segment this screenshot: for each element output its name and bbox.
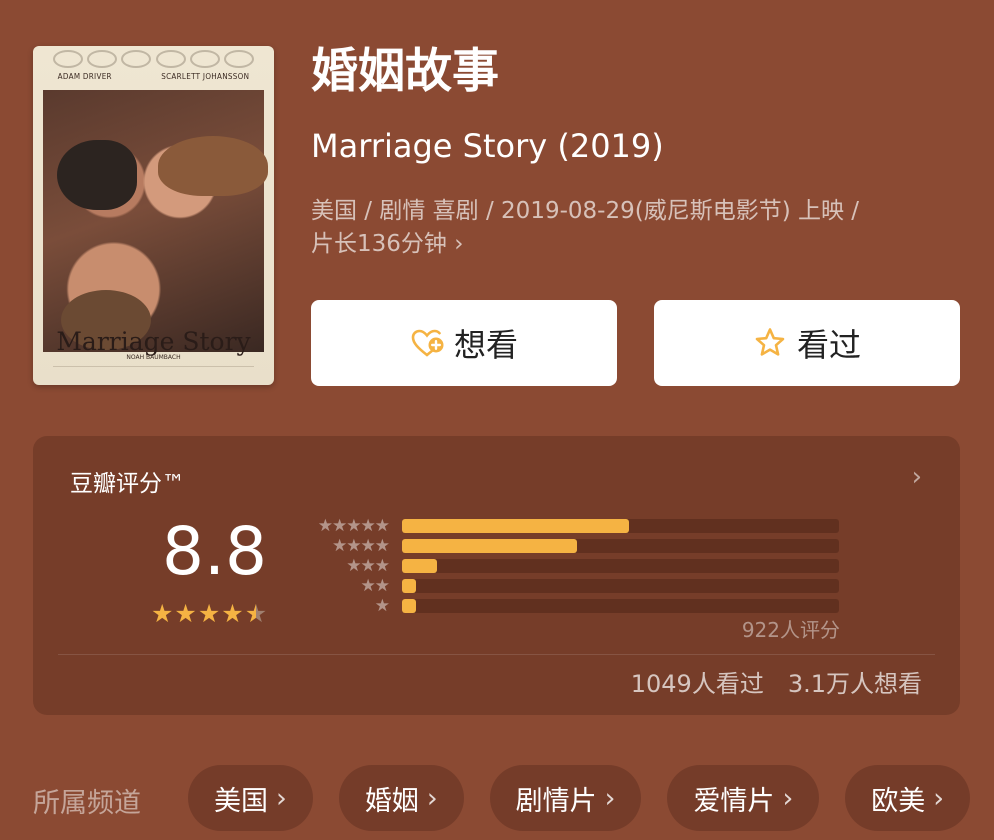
channel-label: 所属频道 [33, 788, 141, 819]
chevron-right-icon: › [782, 782, 794, 814]
channel-chip-label: 婚姻 [364, 785, 419, 817]
poster-credit-right: SCARLETT JOHANSSON [161, 72, 250, 81]
distribution-row-3: ★★★ [303, 556, 843, 576]
star-full-icon: ★ [197, 599, 221, 628]
distribution-bar-3 [402, 559, 437, 573]
watched-label: 看过 [796, 326, 861, 364]
chevron-right-icon: › [933, 782, 945, 814]
star-half-icon: ★ [244, 599, 268, 628]
distribution-row-5: ★★★★★ [303, 516, 843, 536]
channel-chip[interactable]: 欧美 › [845, 765, 971, 831]
distribution-row-2: ★★ [303, 576, 843, 596]
poster-fine-print [53, 366, 254, 379]
douban-rating-card[interactable]: 豆瓣评分™ › 8.8 ★ ★ ★ ★ ★ ★★★★★ ★★★★ ★★★ ★★ ★ 92… [33, 436, 960, 715]
heart-plus-icon [410, 326, 444, 360]
distribution-bar-2 [402, 579, 416, 593]
distribution-track [402, 519, 839, 533]
star-full-icon: ★ [221, 599, 244, 628]
distribution-track [402, 599, 839, 613]
rating-distribution: ★★★★★ ★★★★ ★★★ ★★ ★ [303, 516, 843, 616]
channel-chip[interactable]: 剧情片 › [489, 765, 642, 831]
distribution-track [402, 559, 839, 573]
movie-poster[interactable]: ADAM DRIVER SCARLETT JOHANSSON Marriage … [33, 46, 274, 385]
channel-chips: 美国 › 婚姻 › 剧情片 › 爱情片 › 欧美 › [188, 765, 971, 831]
distribution-stars-3: ★★★ [346, 556, 390, 576]
rating-title: 豆瓣评分™ [70, 471, 185, 497]
chevron-right-icon: › [276, 782, 287, 814]
want-to-watch-button[interactable]: 想看 [311, 300, 617, 386]
channel-chip[interactable]: 婚姻 › [338, 765, 464, 831]
poster-director: NOAH BAUMBACH [126, 354, 181, 361]
distribution-track [402, 539, 839, 553]
watched-button[interactable]: 看过 [654, 300, 960, 386]
distribution-stars-2: ★★ [360, 576, 391, 596]
poster-photo [43, 90, 268, 352]
poster-title: Marriage Story [56, 327, 251, 356]
star-full-icon: ★ [174, 599, 197, 628]
chevron-right-icon[interactable]: › [912, 462, 922, 492]
movie-meta[interactable]: 美国 / 剧情 喜剧 / 2019-08-29(威尼斯电影节) 上映 / 片长1… [311, 195, 961, 261]
seen-count[interactable]: 1049人看过 [631, 664, 764, 699]
divider [58, 654, 935, 655]
channel-chip[interactable]: 爱情片 › [667, 765, 820, 831]
distribution-bar-5 [402, 519, 630, 533]
distribution-stars-4: ★★★★ [332, 536, 390, 556]
star-outline-icon [753, 326, 787, 360]
distribution-row-1: ★ [303, 596, 843, 616]
star-full-icon: ★ [151, 599, 174, 628]
distribution-stars-1: ★ [374, 596, 390, 616]
want-count[interactable]: 3.1万人想看 [788, 664, 922, 699]
movie-meta-line1: 美国 / 剧情 喜剧 / 2019-08-29(威尼斯电影节) 上映 / [311, 198, 860, 224]
channel-chip-label: 剧情片 [515, 785, 597, 817]
distribution-stars-5: ★★★★★ [317, 516, 390, 536]
channel-chip-label: 美国 [214, 785, 268, 817]
rating-count: 922人评分 [741, 618, 840, 642]
movie-title-cn: 婚姻故事 [311, 44, 499, 99]
chevron-right-icon: › [604, 782, 616, 814]
distribution-track [402, 579, 839, 593]
channel-chip-label: 欧美 [871, 785, 926, 817]
movie-meta-line2[interactable]: 片长136分钟 › [311, 228, 961, 261]
rating-score: 8.8 [162, 513, 267, 590]
rating-stars: ★ ★ ★ ★ ★ [151, 601, 267, 626]
want-to-watch-label: 想看 [453, 326, 518, 364]
movie-title-en: Marriage Story (2019) [311, 127, 664, 165]
distribution-row-4: ★★★★ [303, 536, 843, 556]
poster-credit-left: ADAM DRIVER [57, 72, 112, 81]
watch-stats[interactable]: 1049人看过 3.1万人想看 [631, 664, 922, 699]
festival-laurels [53, 50, 254, 68]
distribution-bar-1 [402, 599, 416, 613]
distribution-bar-4 [402, 539, 577, 553]
poster-credits: ADAM DRIVER SCARLETT JOHANSSON [33, 72, 274, 81]
channel-chip[interactable]: 美国 › [188, 765, 313, 831]
channel-chip-label: 爱情片 [693, 785, 775, 817]
chevron-right-icon: › [426, 782, 438, 814]
